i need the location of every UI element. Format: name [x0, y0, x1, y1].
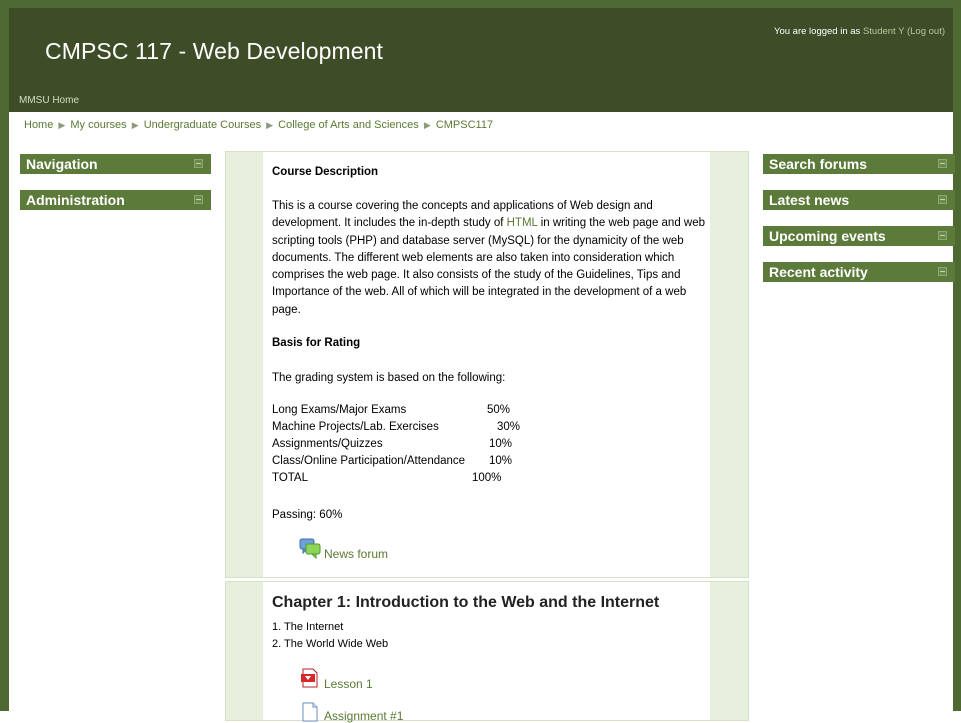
administration-block-header[interactable]: Administration: [20, 190, 211, 210]
search-forums-block-header[interactable]: Search forums: [763, 154, 955, 174]
grading-percent: 10%: [489, 455, 513, 467]
expand-icon[interactable]: [938, 267, 947, 276]
topic-item: 2. The World Wide Web: [272, 638, 389, 650]
course-description-heading: Course Description: [272, 166, 379, 178]
news-forum-link[interactable]: News forum: [324, 547, 388, 561]
grading-label: Class/Online Participation/Attendance: [272, 455, 466, 467]
breadcrumb-college[interactable]: College of Arts and Sciences: [278, 119, 419, 131]
administration-block-title: Administration: [26, 192, 125, 208]
grading-row: Long Exams/Major Exams 50%: [272, 404, 510, 421]
user-profile-link[interactable]: Student Y: [863, 26, 904, 37]
page-header: CMPSC 117 - Web Development You are logg…: [9, 8, 953, 112]
breadcrumb-course[interactable]: CMPSC117: [436, 119, 493, 131]
grading-label: Assignments/Quizzes: [272, 438, 383, 450]
upcoming-events-block-title: Upcoming events: [769, 228, 886, 244]
lesson-1-link[interactable]: Lesson 1: [324, 677, 373, 691]
upcoming-events-block-header[interactable]: Upcoming events: [763, 226, 955, 246]
course-section-general: Course Description This is a course cove…: [225, 151, 749, 578]
grading-label: Machine Projects/Lab. Exercises: [272, 421, 439, 433]
breadcrumb-undergraduate[interactable]: Undergraduate Courses: [144, 119, 261, 131]
breadcrumb-separator-icon: ▶: [58, 120, 66, 130]
breadcrumb-my-courses[interactable]: My courses: [70, 119, 126, 131]
recent-activity-block-header[interactable]: Recent activity: [763, 262, 955, 282]
home-link[interactable]: MMSU Home: [19, 95, 79, 106]
pdf-file-icon[interactable]: [300, 668, 320, 688]
grading-percent: 50%: [487, 404, 511, 416]
topic-item: 1. The Internet: [272, 621, 344, 633]
search-forums-block-title: Search forums: [769, 156, 868, 172]
grading-row: Assignments/Quizzes 10%: [272, 438, 512, 455]
grading-row: Machine Projects/Lab. Exercises 30%: [272, 421, 520, 438]
grading-row: Class/Online Participation/Attendance 10…: [272, 455, 512, 472]
breadcrumb-home[interactable]: Home: [24, 119, 53, 131]
expand-icon[interactable]: [938, 159, 947, 168]
grading-label: Long Exams/Major Exams: [272, 404, 407, 416]
recent-activity-block-title: Recent activity: [769, 264, 868, 280]
latest-news-block-title: Latest news: [769, 192, 850, 208]
breadcrumb: Home ▶ My courses ▶ Undergraduate Course…: [24, 119, 493, 131]
basis-for-rating-heading: Basis for Rating: [272, 337, 361, 349]
grading-intro: The grading system is based on the follo…: [272, 372, 506, 384]
grading-percent: 30%: [497, 421, 521, 433]
grading-percent: 10%: [489, 438, 513, 450]
course-title: CMPSC 117 - Web Development: [45, 38, 384, 64]
html-link[interactable]: HTML: [507, 217, 538, 229]
breadcrumb-separator-icon: ▶: [423, 120, 431, 130]
login-prefix: You are logged in as: [774, 26, 863, 37]
breadcrumb-separator-icon: ▶: [131, 120, 139, 130]
grading-row: TOTAL 100%: [272, 472, 501, 489]
expand-icon[interactable]: [938, 195, 947, 204]
logout-link[interactable]: (Log out): [907, 26, 945, 37]
course-content: Course Description This is a course cove…: [225, 151, 749, 723]
expand-icon[interactable]: [194, 195, 203, 204]
passing-grade: Passing: 60%: [272, 509, 343, 521]
latest-news-block-header[interactable]: Latest news: [763, 190, 955, 210]
breadcrumb-separator-icon: ▶: [266, 120, 274, 130]
course-section-chapter-1: Chapter 1: Introduction to the Web and t…: [225, 581, 749, 723]
course-description-text: This is a course covering the concepts a…: [272, 198, 712, 319]
assignment-1-link[interactable]: Assignment #1: [324, 709, 403, 723]
expand-icon[interactable]: [938, 231, 947, 240]
login-info: You are logged in as Student Y (Log out): [774, 26, 945, 37]
forum-icon[interactable]: [299, 537, 321, 559]
navigation-block-header[interactable]: Navigation: [20, 154, 211, 174]
navigation-block-title: Navigation: [26, 156, 98, 172]
grading-label: TOTAL: [272, 472, 308, 484]
document-icon[interactable]: [300, 702, 320, 722]
expand-icon[interactable]: [194, 159, 203, 168]
chapter-1-title: Chapter 1: Introduction to the Web and t…: [272, 594, 660, 611]
grading-percent: 100%: [472, 472, 502, 484]
description-part2: in writing the web page and web scriptin…: [272, 217, 706, 316]
